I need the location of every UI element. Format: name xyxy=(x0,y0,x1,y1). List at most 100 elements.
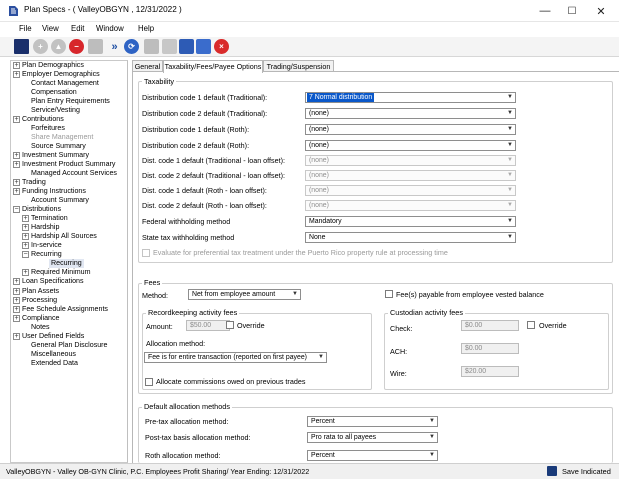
tab-taxability-fees-payee[interactable]: Taxability/Fees/Payee Options xyxy=(163,60,263,73)
tree-expander-icon[interactable]: + xyxy=(13,179,20,187)
wire-field[interactable]: $20.00 xyxy=(461,366,519,377)
taxability-row-dropdown[interactable]: Mandatory ▼ xyxy=(305,216,516,227)
maximize-button[interactable]: ☐ xyxy=(560,3,584,19)
fee-method-dropdown[interactable]: Net from employee amount ▼ xyxy=(188,289,301,300)
add-icon[interactable]: + xyxy=(33,39,48,54)
remove-icon[interactable]: − xyxy=(69,39,84,54)
tree-item[interactable]: In-service xyxy=(31,241,62,250)
menu-edit[interactable]: Edit xyxy=(71,24,84,33)
amount-override-checkbox[interactable] xyxy=(226,321,234,329)
check-override-checkbox[interactable] xyxy=(527,321,535,329)
close-button[interactable]: ✕ xyxy=(589,3,613,19)
forward-icon[interactable]: » xyxy=(107,39,122,54)
allocation-row-dropdown[interactable]: Percent ▼ xyxy=(307,450,438,461)
vested-balance-checkbox[interactable] xyxy=(385,290,393,298)
fees-legend: Fees xyxy=(142,278,163,287)
tree-item[interactable]: Termination xyxy=(31,214,68,223)
tree-item[interactable]: Plan Demographics xyxy=(22,61,84,70)
tree-expander-icon[interactable]: − xyxy=(13,206,20,214)
tree-item[interactable]: Service/Vesting xyxy=(31,106,80,115)
check-field[interactable]: $0.00 xyxy=(461,320,519,331)
tree-item[interactable]: Distributions xyxy=(22,205,61,214)
ach-field[interactable]: $0.00 xyxy=(461,343,519,354)
tree-item[interactable]: Hardship xyxy=(31,223,59,232)
tree-item[interactable]: Share Management xyxy=(31,133,93,142)
tree-expander-icon[interactable]: + xyxy=(13,71,20,79)
tree-item[interactable]: Trading xyxy=(22,178,46,187)
tree-expander-icon[interactable]: + xyxy=(22,242,29,250)
close-red-icon[interactable]: × xyxy=(214,39,229,54)
print-icon[interactable] xyxy=(162,39,177,54)
taxability-row-dropdown[interactable]: (none) ▼ xyxy=(305,124,516,135)
tree-item[interactable]: General Plan Disclosure xyxy=(31,341,108,350)
tree-item[interactable]: Fee Schedule Assignments xyxy=(22,305,108,314)
menu-file[interactable]: File xyxy=(19,24,32,33)
tree-expander-icon[interactable]: + xyxy=(13,152,20,160)
allocation-row-dropdown[interactable]: Percent ▼ xyxy=(307,416,438,427)
tree-expander-icon[interactable]: + xyxy=(13,314,20,322)
up-icon[interactable]: ▲ xyxy=(51,39,66,54)
tree-expander-icon[interactable]: + xyxy=(13,188,20,196)
tree-item[interactable]: Source Summary xyxy=(31,142,86,151)
allocation-row-dropdown[interactable]: Pro rata to all payees ▼ xyxy=(307,432,438,443)
tree-item[interactable]: Compliance xyxy=(22,314,59,323)
allocation-row-label: Roth allocation method: xyxy=(145,451,221,460)
tree-item[interactable]: Hardship All Sources xyxy=(31,232,97,241)
tree-item[interactable]: Account Summary xyxy=(31,196,89,205)
tree-item[interactable]: Loan Specifications xyxy=(22,277,84,286)
tree-item[interactable]: Contributions xyxy=(22,115,64,124)
tree-item[interactable]: Funding Instructions xyxy=(22,187,86,196)
tree-item[interactable]: Employer Demographics xyxy=(22,70,100,79)
tree-item[interactable]: Recurring xyxy=(31,250,62,259)
tree-expander-icon[interactable]: − xyxy=(22,251,29,259)
tree-expander-icon[interactable]: + xyxy=(22,224,29,232)
tree-expander-icon[interactable]: + xyxy=(22,269,29,277)
allocation-method-dropdown[interactable]: Fee is for entire transaction (reported … xyxy=(144,352,327,363)
tree-expander-icon[interactable]: + xyxy=(22,233,29,241)
taxability-row-dropdown[interactable]: 7 Normal distribution ▼ xyxy=(305,92,516,103)
tree-item[interactable]: Extended Data xyxy=(31,359,78,368)
tree-item[interactable]: Notes xyxy=(31,323,50,332)
tree-expander-icon[interactable]: + xyxy=(13,296,20,304)
delete-icon[interactable] xyxy=(88,39,103,54)
tree-expander-icon[interactable]: + xyxy=(13,62,20,69)
tree-item[interactable]: Required Minimum xyxy=(31,268,91,277)
taxability-row-dropdown[interactable]: (none) ▼ xyxy=(305,108,516,119)
tree-item[interactable]: Miscellaneous xyxy=(31,350,76,359)
refresh-icon[interactable]: ⟳ xyxy=(124,39,139,54)
tree-item[interactable]: Investment Product Summary xyxy=(22,160,115,169)
book-icon[interactable] xyxy=(196,39,211,54)
tree-expander-icon[interactable]: + xyxy=(13,287,20,295)
tree-item[interactable]: Processing xyxy=(22,296,57,305)
tree-expander-icon[interactable]: + xyxy=(13,116,20,124)
tree-item[interactable]: Plan Entry Requirements xyxy=(31,97,110,106)
tree-item[interactable]: Recurring xyxy=(49,259,84,269)
taxability-row-dropdown[interactable]: (none) ▼ xyxy=(305,140,516,151)
tree-expander-icon[interactable]: + xyxy=(13,278,20,286)
chevron-down-icon: ▼ xyxy=(507,202,513,208)
amount-field[interactable]: $50.00 xyxy=(186,320,230,331)
tree-item[interactable]: Investment Summary xyxy=(22,151,89,160)
menu-view[interactable]: View xyxy=(42,24,59,33)
tree-expander-icon[interactable]: + xyxy=(13,161,20,169)
menu-help[interactable]: Help xyxy=(138,24,154,33)
minimize-button[interactable]: — xyxy=(533,3,557,19)
commissions-checkbox[interactable] xyxy=(145,378,153,386)
tree-item[interactable]: Managed Account Services xyxy=(31,169,117,178)
tree-item[interactable]: Compensation xyxy=(31,88,77,97)
menu-window[interactable]: Window xyxy=(96,24,124,33)
save-icon[interactable] xyxy=(14,39,29,54)
taxability-row-dropdown[interactable]: None ▼ xyxy=(305,232,516,243)
tree-expander-icon[interactable]: + xyxy=(22,215,29,223)
tree-expander-icon[interactable]: + xyxy=(13,305,20,313)
print-preview-icon[interactable] xyxy=(144,39,159,54)
tree-item[interactable]: User Defined Fields xyxy=(22,332,84,341)
tree-expander-icon[interactable]: + xyxy=(13,332,20,340)
tree-item[interactable]: Plan Assets xyxy=(22,287,59,296)
tree-item[interactable]: Forfeitures xyxy=(31,124,65,133)
commissions-label: Allocate commissions owed on previous tr… xyxy=(156,377,306,386)
taxability-row-label: Dist. code 1 default (Roth - loan offset… xyxy=(142,186,267,195)
tree-item[interactable]: Contact Management xyxy=(31,79,99,88)
puerto-rico-checkbox[interactable] xyxy=(142,249,150,257)
notes-icon[interactable] xyxy=(179,39,194,54)
